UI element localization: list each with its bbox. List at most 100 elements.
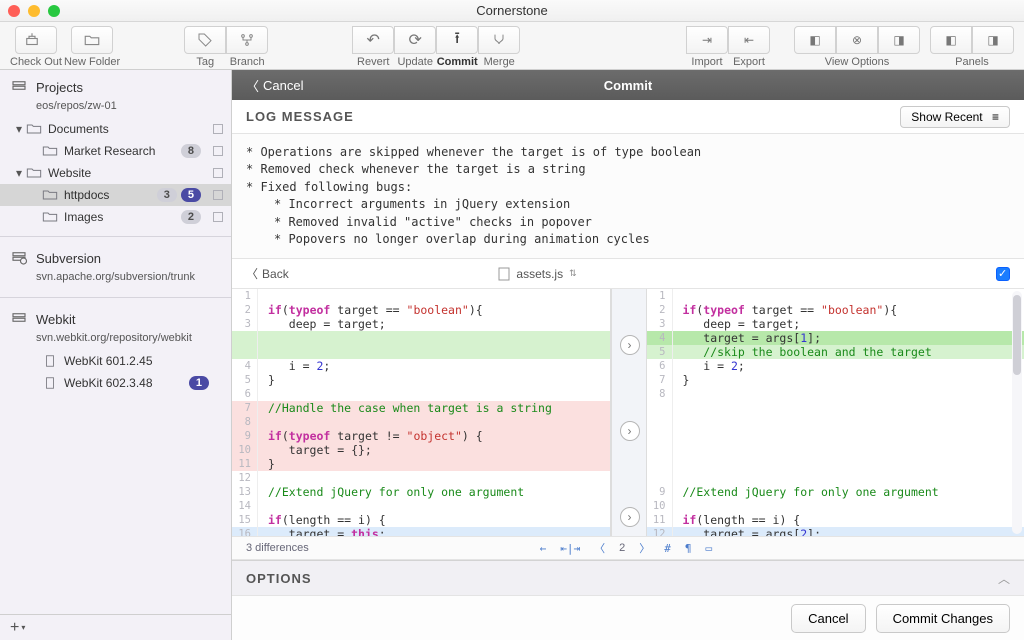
diff-pane-left[interactable]: 12if(typeof target == "boolean"){3 deep … bbox=[232, 289, 611, 536]
diff-line: 9if(typeof target != "object") { bbox=[232, 429, 610, 443]
chevron-up-icon[interactable]: ︿ bbox=[998, 572, 1010, 586]
viewopt-3-button[interactable]: ◨ bbox=[878, 26, 920, 54]
log-line: Fixed following bugs: bbox=[246, 179, 1010, 196]
diff-line: 1 bbox=[647, 289, 1024, 303]
diff-line: 14 bbox=[232, 499, 610, 513]
page-prev-button[interactable]: 〈 bbox=[594, 540, 605, 556]
tag-button[interactable] bbox=[184, 26, 226, 54]
stack-icon bbox=[10, 78, 28, 96]
diff-marker-icon[interactable]: › bbox=[620, 421, 640, 441]
subversion-path: svn.apache.org/subversion/trunk bbox=[0, 271, 231, 289]
viewopt-icon: ◧ bbox=[809, 33, 820, 47]
sidebar-item-images[interactable]: Images2 bbox=[0, 206, 231, 228]
export-button[interactable]: ⇤ bbox=[728, 26, 770, 54]
folder-icon bbox=[83, 31, 101, 49]
cancel-button[interactable]: Cancel bbox=[791, 604, 865, 633]
hash-button[interactable]: # bbox=[664, 542, 671, 555]
align-button[interactable]: ⇤|⇥ bbox=[560, 542, 580, 555]
menu-icon: ≡ bbox=[992, 110, 999, 124]
window-title: Cornerstone bbox=[0, 3, 1024, 18]
viewopt-icon: ◨ bbox=[893, 33, 904, 47]
show-recent-button[interactable]: Show Recent ≡ bbox=[900, 106, 1010, 128]
commit-changes-button[interactable]: Commit Changes bbox=[876, 604, 1010, 633]
panel-left-button[interactable]: ◧ bbox=[930, 26, 972, 54]
folder-icon bbox=[26, 166, 42, 180]
add-icon[interactable]: + bbox=[10, 619, 19, 637]
sidebar-item-webkit-602-3-48[interactable]: WebKit 602.3.481 bbox=[0, 372, 231, 394]
commit-ok-label: Commit Changes bbox=[893, 611, 993, 626]
revert-label: Revert bbox=[357, 56, 389, 68]
pilcrow-button[interactable]: ¶ bbox=[685, 542, 692, 555]
newfolder-button[interactable] bbox=[71, 26, 113, 54]
diff-line: 8 bbox=[232, 415, 610, 429]
chevron-down-icon[interactable]: ▾ bbox=[21, 623, 25, 632]
import-button[interactable]: ⇥ bbox=[686, 26, 728, 54]
diff-footer: 3 differences ← ⇤|⇥ 〈 2 〉 # ¶ ▭ bbox=[232, 536, 1024, 560]
scrollbar[interactable] bbox=[1012, 291, 1022, 534]
sidebar-item-httpdocs[interactable]: httpdocs35 bbox=[0, 184, 231, 206]
checkout-button[interactable] bbox=[15, 26, 57, 54]
viewopt-1-button[interactable]: ◧ bbox=[794, 26, 836, 54]
diff-marker-icon[interactable]: › bbox=[620, 507, 640, 527]
checkbox[interactable] bbox=[213, 168, 223, 178]
chevron-updown-icon[interactable]: ⇅ bbox=[569, 268, 577, 279]
diff-count: 3 differences bbox=[246, 542, 309, 554]
chevron-icon: ▾ bbox=[14, 166, 24, 180]
diff-pane-right[interactable]: 12if(typeof target == "boolean"){3 deep … bbox=[647, 289, 1024, 536]
diff-line bbox=[647, 401, 1024, 415]
import-icon: ⇥ bbox=[702, 33, 712, 47]
log-message-body[interactable]: Operations are skipped whenever the targ… bbox=[232, 134, 1024, 259]
update-button[interactable]: ⟳ bbox=[394, 26, 436, 54]
cancel-label: Cancel bbox=[808, 611, 848, 626]
sidebar-item-documents[interactable]: ▾ Documents bbox=[0, 118, 231, 140]
chevron-icon: ▾ bbox=[14, 122, 24, 136]
commit-button[interactable]: ⭱ bbox=[436, 26, 478, 54]
export-label: Export bbox=[733, 56, 765, 68]
checkbox[interactable] bbox=[213, 146, 223, 156]
sidebar-item-market-research[interactable]: Market Research8 bbox=[0, 140, 231, 162]
folder-button[interactable]: ▭ bbox=[705, 542, 712, 555]
sidebar-item-label: Images bbox=[64, 210, 181, 224]
options-heading: OPTIONS bbox=[246, 571, 312, 586]
branch-button[interactable] bbox=[226, 26, 268, 54]
sidebar-item-label: Documents bbox=[48, 122, 205, 136]
diff-line: 5 //skip the boolean and the target bbox=[647, 345, 1024, 359]
back-button[interactable]: Back bbox=[262, 267, 289, 281]
viewopt-2-button[interactable]: ⊗ bbox=[836, 26, 878, 54]
diff-line bbox=[232, 331, 610, 345]
include-file-checkbox[interactable] bbox=[996, 267, 1010, 281]
diff-line: 12 bbox=[232, 471, 610, 485]
log-line: Removed check whenever the target is a s… bbox=[246, 161, 1010, 178]
sidebar-item-website[interactable]: ▾ Website bbox=[0, 162, 231, 184]
diff-line bbox=[647, 429, 1024, 443]
diff-line: 10 target = {}; bbox=[232, 443, 610, 457]
webkit-title: Webkit bbox=[36, 312, 76, 327]
folder-icon bbox=[26, 122, 42, 136]
status-badge: 1 bbox=[189, 376, 209, 390]
diff-line: 8 bbox=[647, 387, 1024, 401]
panel-left-icon: ◧ bbox=[945, 33, 956, 47]
diff-line bbox=[647, 415, 1024, 429]
file-icon bbox=[498, 267, 510, 281]
page-next-button[interactable]: 〉 bbox=[639, 540, 650, 556]
diff-line bbox=[647, 443, 1024, 457]
diff-filename: assets.js bbox=[516, 267, 563, 281]
file-icon bbox=[42, 354, 58, 368]
panel-right-button[interactable]: ◨ bbox=[972, 26, 1014, 54]
checkbox[interactable] bbox=[213, 212, 223, 222]
diff-marker-icon[interactable]: › bbox=[620, 335, 640, 355]
subversion-title: Subversion bbox=[36, 251, 101, 266]
status-badge: 5 bbox=[181, 188, 201, 202]
prev-diff-button[interactable]: ← bbox=[540, 542, 547, 555]
sidebar-item-webkit-601-2-45[interactable]: WebKit 601.2.45 bbox=[0, 350, 231, 372]
checkbox[interactable] bbox=[213, 190, 223, 200]
diff-line: 7//Handle the case when target is a stri… bbox=[232, 401, 610, 415]
projects-path: eos/repos/zw-01 bbox=[0, 100, 231, 118]
folder-icon bbox=[42, 188, 58, 202]
log-line: Popovers no longer overlap during animat… bbox=[246, 231, 1010, 248]
sidebar-item-label: Website bbox=[48, 166, 205, 180]
revert-button[interactable]: ↶ bbox=[352, 26, 394, 54]
diff-line: 9//Extend jQuery for only one argument bbox=[647, 485, 1024, 499]
checkbox[interactable] bbox=[213, 124, 223, 134]
merge-button[interactable] bbox=[478, 26, 520, 54]
